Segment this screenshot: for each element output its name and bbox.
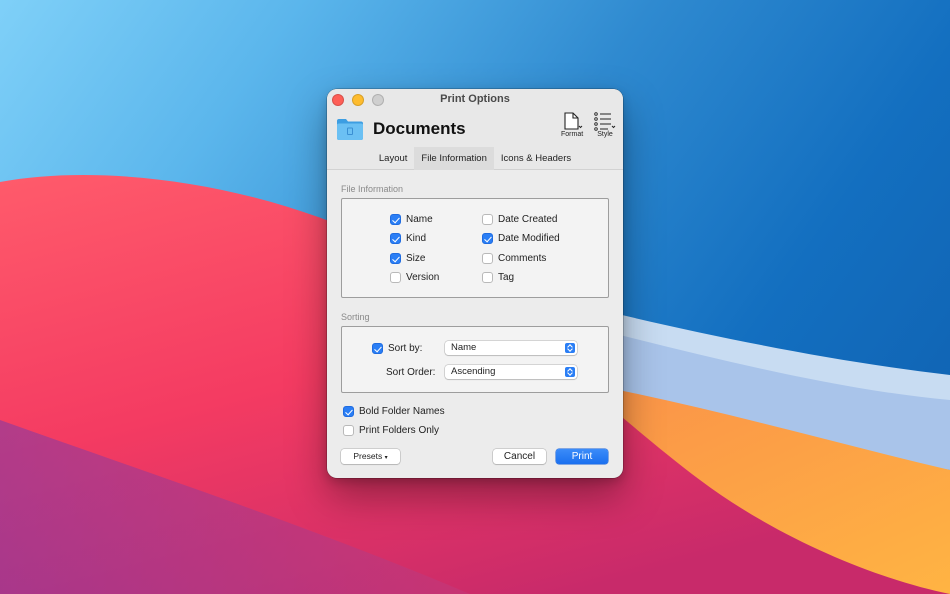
option-comments-label: Comments (498, 253, 547, 264)
option-kind-checkbox[interactable] (390, 233, 401, 244)
option-date-created-label: Date Created (498, 214, 558, 225)
sort-order-stepper-icon (565, 367, 575, 377)
bold-folder-names-label: Bold Folder Names (359, 406, 445, 417)
tab-bar: Layout File Information Icons & Headers (327, 147, 623, 170)
format-label: Format (561, 131, 584, 138)
option-comments[interactable]: Comments (482, 253, 546, 264)
tab-content: File Information Name Kind Size Version (327, 184, 623, 448)
option-size[interactable]: Size (390, 253, 425, 264)
print-folders-only-checkbox[interactable] (343, 425, 354, 436)
presets-label: Presets (353, 451, 383, 461)
option-size-checkbox[interactable] (390, 253, 401, 264)
option-version-label: Version (406, 272, 440, 283)
option-comments-checkbox[interactable] (482, 253, 493, 264)
option-tag-label: Tag (498, 272, 515, 283)
option-name-checkbox[interactable] (390, 214, 401, 225)
file-information-group: Name Kind Size Version Date Created Date… (341, 198, 609, 298)
print-options-window: Print Options Documents Format Style Lay… (327, 89, 623, 478)
tab-file-information[interactable]: File Information (414, 147, 494, 170)
option-kind[interactable]: Kind (390, 233, 426, 244)
presets-dropdown-icon: ▾ (384, 455, 388, 461)
option-date-created[interactable]: Date Created (482, 214, 557, 225)
option-tag-checkbox[interactable] (482, 272, 493, 283)
option-version[interactable]: Version (390, 272, 439, 283)
print-button[interactable]: Print (556, 449, 608, 464)
window-title: Print Options (440, 93, 510, 105)
option-size-label: Size (406, 253, 426, 264)
folder-icon (337, 119, 363, 140)
titlebar: Print Options Documents Format Style (327, 89, 623, 147)
option-print-folders-only[interactable]: Print Folders Only (343, 425, 439, 436)
sort-by-label: Sort by: (388, 343, 423, 354)
dialog-footer: Presets ▾ Cancel Print (327, 449, 623, 465)
option-kind-label: Kind (406, 233, 427, 244)
style-label: Style (597, 131, 613, 138)
presets-button[interactable]: Presets ▾ (341, 449, 400, 464)
sort-by-select[interactable]: Name (445, 341, 577, 355)
bold-folder-names-checkbox[interactable] (343, 406, 354, 417)
option-date-created-checkbox[interactable] (482, 214, 493, 225)
sort-by-value: Name (451, 342, 477, 353)
option-tag[interactable]: Tag (482, 272, 514, 283)
list-style-icon (594, 112, 616, 131)
tab-layout[interactable]: Layout (372, 147, 415, 170)
style-tool[interactable]: Style (593, 111, 617, 138)
file-information-section-label: File Information (341, 184, 404, 194)
print-folders-only-label: Print Folders Only (359, 425, 440, 436)
extra-options: Bold Folder Names Print Folders Only (341, 402, 609, 448)
format-tool[interactable]: Format (561, 111, 583, 138)
cancel-button[interactable]: Cancel (493, 449, 546, 464)
option-name[interactable]: Name (390, 214, 433, 225)
option-date-modified[interactable]: Date Modified (482, 233, 560, 244)
option-date-modified-checkbox[interactable] (482, 233, 493, 244)
sort-order-value: Ascending (451, 366, 496, 377)
document-title: Documents (373, 119, 466, 138)
sort-by-stepper-icon (565, 343, 575, 353)
option-name-label: Name (406, 214, 433, 225)
sort-by-checkbox[interactable] (372, 343, 383, 354)
document-format-icon (564, 112, 583, 130)
sort-order-label: Sort Order: (386, 367, 436, 378)
tab-icons-headers[interactable]: Icons & Headers (494, 147, 578, 170)
option-bold-folder-names[interactable]: Bold Folder Names (343, 406, 445, 417)
option-date-modified-label: Date Modified (498, 233, 560, 244)
sorting-group: Sort by: Name Sort Order: Ascending (341, 326, 609, 393)
sort-by-toggle[interactable]: Sort by: (372, 343, 422, 354)
sort-order-select[interactable]: Ascending (445, 365, 577, 379)
sorting-section-label: Sorting (341, 312, 370, 322)
option-version-checkbox[interactable] (390, 272, 401, 283)
document-header: Documents (336, 117, 466, 141)
